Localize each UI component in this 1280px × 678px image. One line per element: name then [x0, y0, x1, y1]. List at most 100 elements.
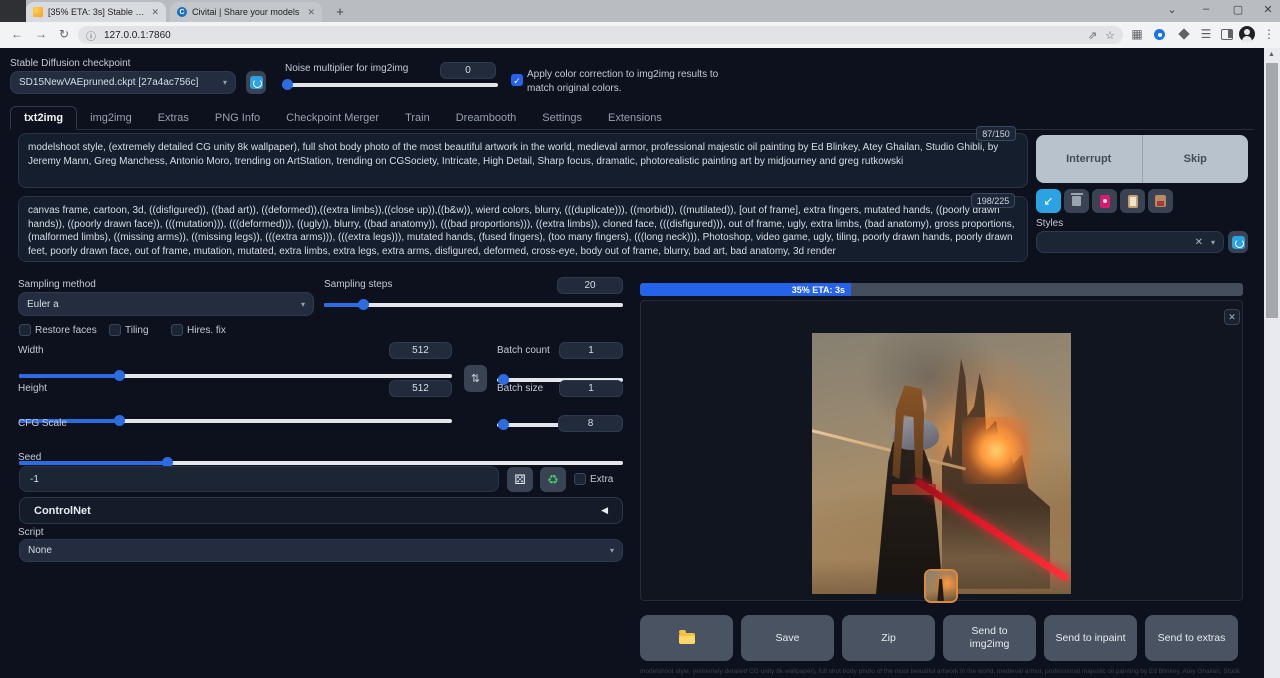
restore-faces-checkbox[interactable] [19, 324, 31, 336]
open-folder-button[interactable] [640, 615, 733, 661]
save-button[interactable]: Save [741, 615, 834, 661]
clear-prompt-button[interactable] [1064, 189, 1089, 213]
tab-checkpoint-merger[interactable]: Checkpoint Merger [273, 107, 392, 129]
back-icon[interactable]: ← [8, 27, 26, 41]
width-input[interactable] [389, 342, 452, 359]
tab-train[interactable]: Train [392, 107, 443, 129]
scrollbar-thumb[interactable] [1266, 63, 1278, 318]
prompt-textarea[interactable]: modelshoot style, (extremely detailed CG… [18, 133, 1028, 188]
batch-size-input[interactable] [559, 380, 623, 397]
tab-search-chevron-icon[interactable]: ⌄ [1162, 3, 1182, 16]
close-preview-button[interactable]: ✕ [1224, 309, 1240, 325]
tab-settings[interactable]: Settings [529, 107, 595, 129]
card-icon [1100, 195, 1110, 208]
interrupt-button[interactable]: Interrupt [1036, 135, 1142, 183]
reading-list-icon[interactable]: ☰ [1197, 27, 1215, 41]
slider-handle[interactable] [114, 415, 125, 426]
send-to-inpaint-button[interactable]: Send to inpaint [1044, 615, 1137, 661]
skip-button[interactable]: Skip [1143, 135, 1249, 183]
address-bar[interactable]: ⓘ 127.0.0.1:7860 ⇗ ☆ [78, 26, 1123, 44]
tab-extensions[interactable]: Extensions [595, 107, 675, 129]
new-tab-button[interactable]: + [332, 4, 348, 20]
tab-img2img[interactable]: img2img [77, 107, 145, 129]
refresh-styles-button[interactable] [1228, 231, 1248, 253]
bookmark-star-icon[interactable]: ☆ [1105, 29, 1115, 42]
apply-style-button[interactable] [1120, 189, 1145, 213]
send-to-img2img-button[interactable]: Send to img2img [943, 615, 1036, 661]
reload-icon[interactable]: ↻ [55, 27, 73, 41]
share-icon[interactable]: ⇗ [1088, 29, 1097, 42]
browser-tab-stable-diffusion[interactable]: [35% ETA: 3s] Stable Diffusion ✕ [26, 2, 166, 22]
tiling-checkbox[interactable] [109, 324, 121, 336]
height-input[interactable] [389, 380, 452, 397]
tab-dreambooth[interactable]: Dreambooth [443, 107, 530, 129]
seed-input[interactable] [19, 466, 499, 492]
side-panel-icon[interactable] [1221, 29, 1233, 40]
styles-dropdown[interactable]: ✕ ▾ [1036, 231, 1224, 253]
seed-label: Seed [18, 452, 41, 463]
save-style-button[interactable] [1148, 189, 1173, 213]
civitai-favicon: C [177, 7, 187, 17]
forward-icon[interactable]: → [32, 27, 50, 41]
browser-tab-civitai[interactable]: C Civitai | Share your models ✕ [170, 2, 322, 22]
fire-glow [962, 417, 1029, 485]
extra-networks-button[interactable] [1092, 189, 1117, 213]
extra-seed-checkbox[interactable] [574, 473, 586, 485]
generated-image-preview[interactable] [812, 333, 1071, 594]
sampling-steps-input[interactable] [557, 277, 623, 294]
checkpoint-value: SD15NewVAEpruned.ckpt [27a4ac756c] [19, 77, 198, 88]
height-label: Height [18, 383, 47, 394]
slider-handle[interactable] [498, 419, 509, 430]
tab-strip-corner [0, 0, 26, 22]
tab-close-icon[interactable]: ✕ [151, 7, 159, 18]
profile-avatar[interactable] [1239, 26, 1255, 42]
slider-handle[interactable] [114, 370, 125, 381]
slider-handle[interactable] [282, 79, 293, 90]
controlnet-label: ControlNet [34, 505, 91, 517]
height-slider[interactable] [19, 419, 452, 423]
noise-multiplier-input[interactable] [440, 62, 496, 79]
batch-count-input[interactable] [559, 342, 623, 359]
sampling-method-dropdown[interactable]: Euler a ▾ [18, 292, 314, 316]
send-to-extras-button[interactable]: Send to extras [1145, 615, 1238, 661]
controlnet-accordion[interactable]: ControlNet ◀ [19, 497, 623, 524]
width-slider[interactable] [19, 374, 452, 378]
window-close-button[interactable]: ✕ [1258, 3, 1278, 16]
accordion-arrow-icon: ◀ [601, 505, 608, 516]
zip-button[interactable]: Zip [842, 615, 935, 661]
color-correction-checkbox[interactable]: ✓ [511, 74, 523, 86]
sampling-method-value: Euler a [27, 299, 59, 310]
noise-multiplier-slider[interactable] [282, 83, 498, 87]
progress-fill: 35% ETA: 3s [640, 283, 851, 296]
paste-params-button[interactable]: ↙ [1036, 189, 1061, 213]
scrollbar-up-arrow[interactable]: ▲ [1268, 51, 1275, 58]
restore-faces-label: Restore faces [35, 325, 97, 336]
extension-blue-icon[interactable] [1154, 29, 1165, 40]
site-info-icon[interactable]: ⓘ [86, 28, 96, 43]
random-seed-button[interactable]: ⚄ [507, 467, 533, 492]
window-maximize-button[interactable]: ▢ [1228, 3, 1248, 16]
script-dropdown[interactable]: None ▾ [19, 539, 623, 562]
tab-txt2img[interactable]: txt2img [10, 106, 77, 130]
negative-prompt-textarea[interactable]: canvas frame, cartoon, 3d, ((disfigured)… [18, 196, 1028, 262]
window-minimize-button[interactable]: – [1196, 3, 1216, 15]
extra-seed-label: Extra [590, 474, 613, 485]
apps-grid-icon[interactable]: ▦ [1128, 27, 1146, 41]
thumbnail-image [926, 571, 956, 601]
tab-extras[interactable]: Extras [145, 107, 202, 129]
tab-close-icon[interactable]: ✕ [307, 7, 315, 18]
checkpoint-dropdown[interactable]: SD15NewVAEpruned.ckpt [27a4ac756c] ▾ [10, 71, 236, 94]
gallery-thumbnail-selected[interactable] [924, 569, 958, 603]
hires-fix-checkbox[interactable] [171, 324, 183, 336]
reuse-seed-button[interactable]: ♻ [540, 467, 566, 492]
clear-styles-icon[interactable]: ✕ [1195, 237, 1203, 248]
browser-menu-icon[interactable]: ⋮ [1260, 27, 1278, 41]
batch-count-label: Batch count [497, 345, 550, 356]
refresh-checkpoints-button[interactable] [246, 71, 266, 94]
sampling-steps-slider[interactable] [324, 303, 623, 307]
cfg-scale-input[interactable] [558, 415, 623, 432]
slider-handle[interactable] [358, 299, 369, 310]
cfg-scale-slider[interactable] [19, 461, 623, 465]
tab-png-info[interactable]: PNG Info [202, 107, 273, 129]
swap-dimensions-button[interactable]: ⇅ [464, 365, 487, 392]
